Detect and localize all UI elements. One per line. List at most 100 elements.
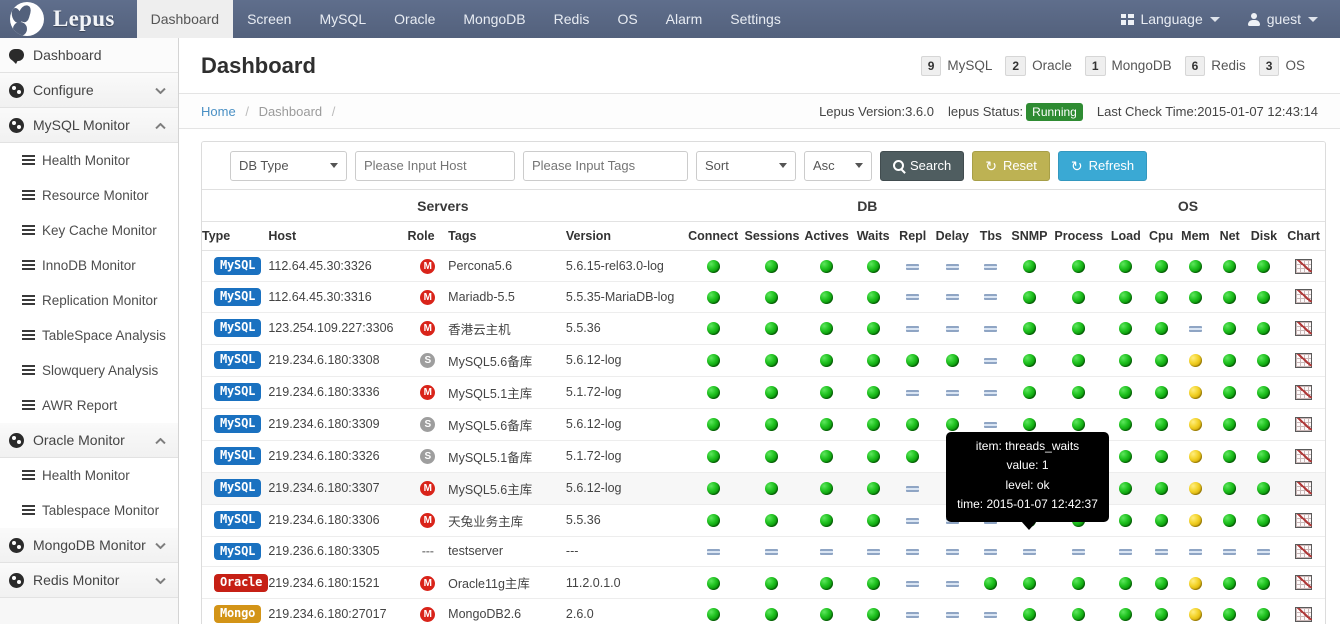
sidebar-item-tablespace-monitor[interactable]: Tablespace Monitor: [0, 493, 178, 528]
chart-icon[interactable]: [1295, 416, 1313, 432]
status-cell[interactable]: [1106, 344, 1146, 377]
badge-oracle[interactable]: 2 Oracle: [1005, 55, 1084, 76]
status-cell[interactable]: [801, 504, 852, 537]
status-cell[interactable]: [1106, 408, 1146, 441]
chart-icon[interactable]: [1295, 575, 1313, 591]
cell-chart[interactable]: [1282, 344, 1325, 377]
status-cell[interactable]: [742, 408, 802, 441]
status-cell[interactable]: [1050, 536, 1107, 568]
status-cell[interactable]: [1106, 504, 1146, 537]
sidebar-item-mysql-monitor[interactable]: MySQL Monitor: [0, 108, 178, 143]
cell-chart[interactable]: [1282, 536, 1325, 568]
sidebar-item-awr-report[interactable]: AWR Report: [0, 388, 178, 423]
status-cell[interactable]: [930, 536, 974, 568]
status-cell[interactable]: [1245, 408, 1283, 441]
status-cell[interactable]: [801, 312, 852, 345]
status-cell[interactable]: [683, 598, 743, 624]
cell-chart[interactable]: [1282, 566, 1325, 600]
table-row[interactable]: Mongo 219.234.6.180:27017 M MongoDB2.6 2.6.0: [202, 598, 1325, 624]
nav-item-dashboard[interactable]: Dashboard: [136, 0, 234, 38]
status-cell[interactable]: [851, 408, 895, 441]
sidebar-item-replication-monitor[interactable]: Replication Monitor: [0, 283, 178, 318]
table-row[interactable]: MySQL 219.234.6.180:3307 M MySQL5.6主库 5.6.12…: [202, 472, 1325, 505]
sidebar-item-resource-monitor[interactable]: Resource Monitor: [0, 178, 178, 213]
breadcrumb-home-link[interactable]: Home: [201, 104, 236, 119]
status-cell[interactable]: [1007, 344, 1051, 377]
status-cell[interactable]: [1245, 281, 1283, 313]
nav-item-os[interactable]: OS: [603, 0, 651, 38]
status-cell[interactable]: [801, 472, 852, 505]
cell-chart[interactable]: [1282, 440, 1325, 473]
status-cell[interactable]: [973, 566, 1008, 600]
status-cell[interactable]: [801, 440, 852, 473]
status-cell[interactable]: [683, 344, 743, 377]
status-cell[interactable]: [894, 504, 931, 537]
status-cell[interactable]: [1007, 312, 1051, 345]
status-cell[interactable]: [973, 598, 1008, 624]
column-header-disk[interactable]: Disk: [1245, 221, 1283, 251]
table-row[interactable]: MySQL 112.64.45.30:3326 M Percona5.6 5.6.15-…: [202, 250, 1325, 282]
status-cell[interactable]: [1145, 536, 1178, 568]
status-cell[interactable]: [1177, 312, 1214, 345]
cell-host[interactable]: 219.234.6.180:27017: [268, 598, 408, 624]
status-cell[interactable]: [851, 504, 895, 537]
status-cell[interactable]: [1106, 472, 1146, 505]
status-cell[interactable]: [1050, 376, 1107, 409]
status-cell[interactable]: [742, 472, 802, 505]
status-cell[interactable]: [1245, 536, 1283, 568]
status-cell[interactable]: [851, 566, 895, 600]
chart-icon[interactable]: [1295, 258, 1313, 274]
status-cell[interactable]: [894, 281, 931, 313]
status-cell[interactable]: [1007, 281, 1051, 313]
status-cell[interactable]: [683, 566, 743, 600]
cell-chart[interactable]: [1282, 504, 1325, 537]
status-cell[interactable]: [1213, 566, 1246, 600]
cell-host[interactable]: 219.234.6.180:3309: [268, 408, 408, 441]
status-cell[interactable]: [930, 376, 974, 409]
status-cell[interactable]: [851, 312, 895, 345]
status-cell[interactable]: [851, 250, 895, 282]
sort-select[interactable]: Sort: [696, 150, 796, 181]
status-cell[interactable]: [1145, 472, 1178, 505]
status-cell[interactable]: [683, 250, 743, 282]
column-header-delay[interactable]: Delay: [930, 221, 974, 251]
nav-item-alarm[interactable]: Alarm: [652, 0, 717, 38]
column-header-tbs[interactable]: Tbs: [973, 221, 1008, 251]
status-cell[interactable]: [930, 250, 974, 282]
status-cell[interactable]: [1145, 598, 1178, 624]
cell-host[interactable]: 112.64.45.30:3316: [268, 281, 408, 313]
column-header-mem[interactable]: Mem: [1177, 221, 1214, 251]
status-cell[interactable]: [973, 344, 1008, 377]
column-header-net[interactable]: Net: [1213, 221, 1246, 251]
status-cell[interactable]: [683, 504, 743, 537]
status-cell[interactable]: [1050, 598, 1107, 624]
column-header-waits[interactable]: Waits: [851, 221, 895, 251]
status-cell[interactable]: [894, 472, 931, 505]
table-row[interactable]: MySQL 219.234.6.180:3336 M MySQL5.1主库 5.1.72…: [202, 376, 1325, 409]
column-header-tags[interactable]: Tags: [448, 221, 566, 251]
status-cell[interactable]: [1145, 344, 1178, 377]
status-cell[interactable]: [1177, 376, 1214, 409]
badge-mongodb[interactable]: 1 MongoDB: [1084, 55, 1185, 76]
cell-chart[interactable]: [1282, 472, 1325, 505]
status-cell[interactable]: [683, 408, 743, 441]
status-cell[interactable]: [1106, 376, 1146, 409]
status-cell[interactable]: [1245, 440, 1283, 473]
nav-item-settings[interactable]: Settings: [716, 0, 795, 38]
status-cell[interactable]: [1050, 312, 1107, 345]
status-cell[interactable]: [1145, 250, 1178, 282]
status-cell[interactable]: [742, 536, 802, 568]
status-cell[interactable]: [851, 536, 895, 568]
status-cell[interactable]: [1213, 440, 1246, 473]
status-cell[interactable]: [1245, 376, 1283, 409]
status-cell[interactable]: [683, 312, 743, 345]
nav-item-screen[interactable]: Screen: [233, 0, 305, 38]
status-cell[interactable]: [1106, 312, 1146, 345]
status-cell[interactable]: [683, 440, 743, 473]
status-cell[interactable]: [1050, 344, 1107, 377]
nav-item-oracle[interactable]: Oracle: [380, 0, 449, 38]
cell-chart[interactable]: [1282, 250, 1325, 282]
reset-button[interactable]: ↻ Reset: [972, 150, 1050, 181]
column-header-host[interactable]: Host: [268, 221, 408, 251]
status-cell[interactable]: [1213, 312, 1246, 345]
